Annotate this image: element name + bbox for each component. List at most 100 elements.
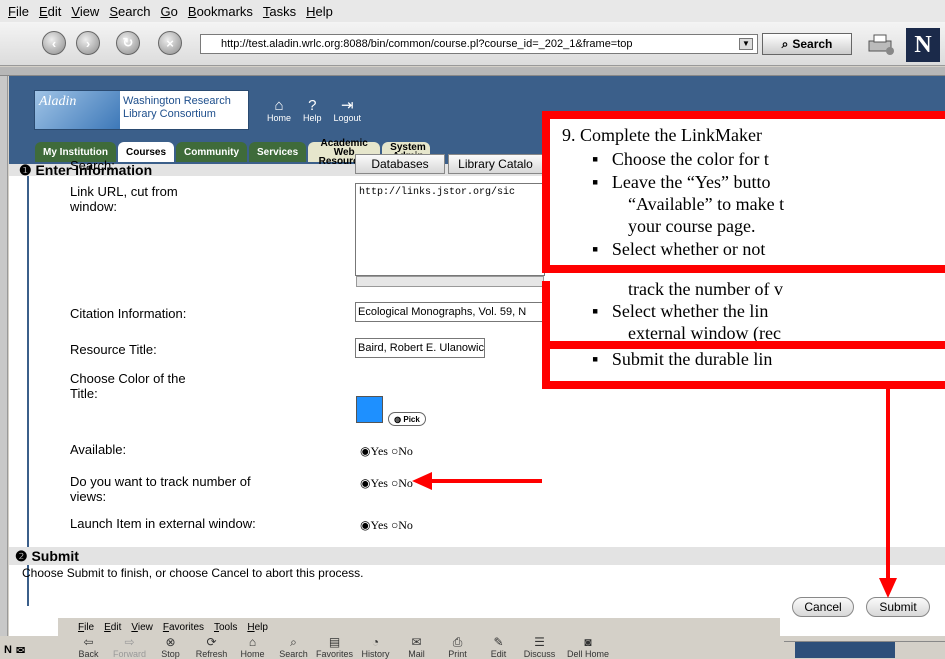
nested-mail-button[interactable]: ✉ Mail [396, 636, 437, 659]
print-icon[interactable] [866, 32, 896, 56]
instruction-callout: 9. Complete the LinkMaker ▪ Choose the c… [542, 111, 945, 273]
nested-edit-button[interactable]: ✎ Edit [478, 636, 519, 659]
nested-stop-button[interactable]: ⊗ Stop [150, 636, 191, 659]
instruction-callout-bottom: ▪ Submit the durable lin [542, 349, 945, 389]
library-catalog-button[interactable]: Library Catalo [448, 154, 542, 174]
nested-menu-tools[interactable]: Tools [214, 622, 237, 633]
section2-title: Submit [31, 548, 79, 564]
history-icon: ◔ [371, 635, 380, 649]
nested-home-label: Home [240, 649, 265, 659]
nested-menu-view[interactable]: View [131, 622, 153, 633]
nested-stop-label: Stop [161, 649, 180, 659]
link-url-textarea[interactable]: http://links.jstor.org/sic [355, 183, 545, 276]
link-url-label: Link URL, cut from window: [70, 184, 178, 214]
palette-icon: ◍ [394, 414, 404, 424]
home-icon: ⌂ [248, 635, 257, 649]
menu-view[interactable]: View [71, 4, 99, 19]
nested-refresh-button[interactable]: ⟳ Refresh [191, 636, 232, 659]
org-line-2: Library Consortium [123, 108, 216, 120]
url-field[interactable]: http://test.aladin.wrlc.org:8088/bin/com… [200, 34, 758, 54]
url-text: http://test.aladin.wrlc.org:8088/bin/com… [221, 38, 633, 50]
nested-back-button[interactable]: ⇦ Back [68, 636, 109, 659]
menu-file[interactable]: File [8, 4, 29, 19]
sidebar-grippy[interactable] [0, 76, 8, 636]
mail-status-icon[interactable]: ✉ [16, 644, 25, 657]
track-yes-radio[interactable]: ◉ [360, 476, 370, 490]
site-logo[interactable]: Aladin Washington Research Library Conso… [34, 90, 249, 130]
dell-home-icon: ◙ [584, 635, 592, 649]
available-yes-radio[interactable]: ◉ [360, 444, 370, 458]
callout-bullet-text: Leave the “Yes” butto [611, 172, 771, 192]
databases-button[interactable]: Databases [355, 154, 445, 174]
launch-yes-radio[interactable]: ◉ [360, 518, 370, 532]
back-icon[interactable]: ‹ [42, 31, 66, 55]
textarea-scrollbar[interactable] [356, 276, 544, 287]
search-icon: ⌕ [290, 635, 297, 649]
nested-favorites-label: Favorites [315, 649, 353, 659]
forward-icon[interactable]: › [76, 31, 100, 55]
menu-bookmarks[interactable]: Bookmarks [188, 4, 253, 19]
track-radio-group: ◉Yes ○No [360, 476, 413, 491]
search-button-label: Search [792, 37, 833, 51]
nested-home-button[interactable]: ⌂ Home [232, 636, 273, 659]
callout-bullet-text: Select whether or not [611, 239, 766, 259]
callout-bullet-text: Choose the color for t [611, 149, 769, 169]
menu-search[interactable]: Search [109, 4, 150, 19]
nested-menu-edit[interactable]: Edit [104, 622, 121, 633]
pick-color-button[interactable]: ◍ Pick [388, 412, 426, 426]
tab-courses[interactable]: Courses [118, 142, 175, 162]
stop-icon[interactable]: × [158, 31, 182, 55]
nested-discuss-button[interactable]: ☰ Discuss [519, 636, 560, 659]
nested-dell-home-button[interactable]: ◙ Dell Home [560, 636, 616, 659]
nested-history-button[interactable]: ◔ History [355, 636, 396, 659]
menu-go[interactable]: Go [161, 4, 178, 19]
nested-toolbar: ⇦ Back ⇨ Forward ⊗ Stop ⟳ Refresh ⌂ Home ⌕ Sea… [68, 636, 798, 659]
choose-color-label: Choose Color of the Title: [70, 371, 186, 401]
nested-search-button[interactable]: ⌕ Search [273, 636, 314, 659]
throbber-logo: N [906, 28, 940, 62]
nested-forward-button[interactable]: ⇨ Forward [109, 636, 150, 659]
citation-field[interactable]: Ecological Monographs, Vol. 59, N [355, 302, 545, 322]
cancel-button[interactable]: Cancel [792, 597, 854, 617]
nested-menu-help[interactable]: Help [247, 622, 268, 633]
logout-link[interactable]: ⇥ Logout [334, 98, 362, 123]
launch-radio-group: ◉Yes ○No [360, 518, 413, 533]
callout-bullet-cont: track the number of v [628, 281, 783, 299]
nested-menu-file[interactable]: File [78, 622, 94, 633]
menu-help[interactable]: Help [306, 4, 333, 19]
available-label: Available: [70, 442, 127, 457]
help-link[interactable]: ? Help [303, 98, 322, 123]
submit-button[interactable]: Submit [866, 597, 930, 617]
taskbar-window-button[interactable] [795, 642, 895, 658]
search-button[interactable]: ⌕ Search [762, 33, 852, 55]
callout-bullet-cont: external window (rec [628, 323, 781, 343]
menu-edit[interactable]: Edit [39, 4, 61, 19]
chevron-down-icon[interactable]: ▼ [739, 38, 753, 50]
search-label: Search: [70, 158, 115, 173]
nested-menu-favorites[interactable]: Favorites [163, 622, 204, 633]
available-no-label: No [398, 444, 413, 458]
track-no-label: No [398, 476, 413, 490]
nested-favorites-button[interactable]: ▤ Favorites [314, 636, 355, 659]
resource-title-field[interactable]: Baird, Robert E. Ulanowicz [355, 338, 485, 358]
home-link[interactable]: ⌂ Home [267, 98, 291, 123]
nested-edit-label: Edit [490, 649, 507, 659]
org-name: Washington Research Library Consortium [120, 91, 234, 129]
mail-icon: ✉ [411, 635, 422, 649]
callout-bullet-text: Submit the durable lin [611, 349, 773, 369]
reload-icon[interactable]: ↻ [116, 31, 140, 55]
back-arrow-icon: ⇦ [83, 635, 94, 649]
launch-yes-label: Yes [370, 518, 388, 532]
nested-menubar: File Edit View Favorites Tools Help [78, 622, 268, 633]
nested-print-button[interactable]: ⎙ Print [437, 636, 478, 659]
pick-label: Pick [403, 414, 420, 424]
tab-community[interactable]: Community [176, 142, 248, 162]
nested-dell-home-label: Dell Home [566, 649, 609, 659]
netscape-status-icon[interactable]: N [4, 644, 12, 656]
callout-bullet: ▪ Select whether the lin [592, 301, 769, 321]
launch-external-label: Launch Item in external window: [70, 516, 256, 531]
nested-refresh-label: Refresh [195, 649, 228, 659]
tab-services[interactable]: Services [249, 142, 307, 162]
menu-tasks[interactable]: Tasks [263, 4, 296, 19]
track-yes-label: Yes [370, 476, 388, 490]
